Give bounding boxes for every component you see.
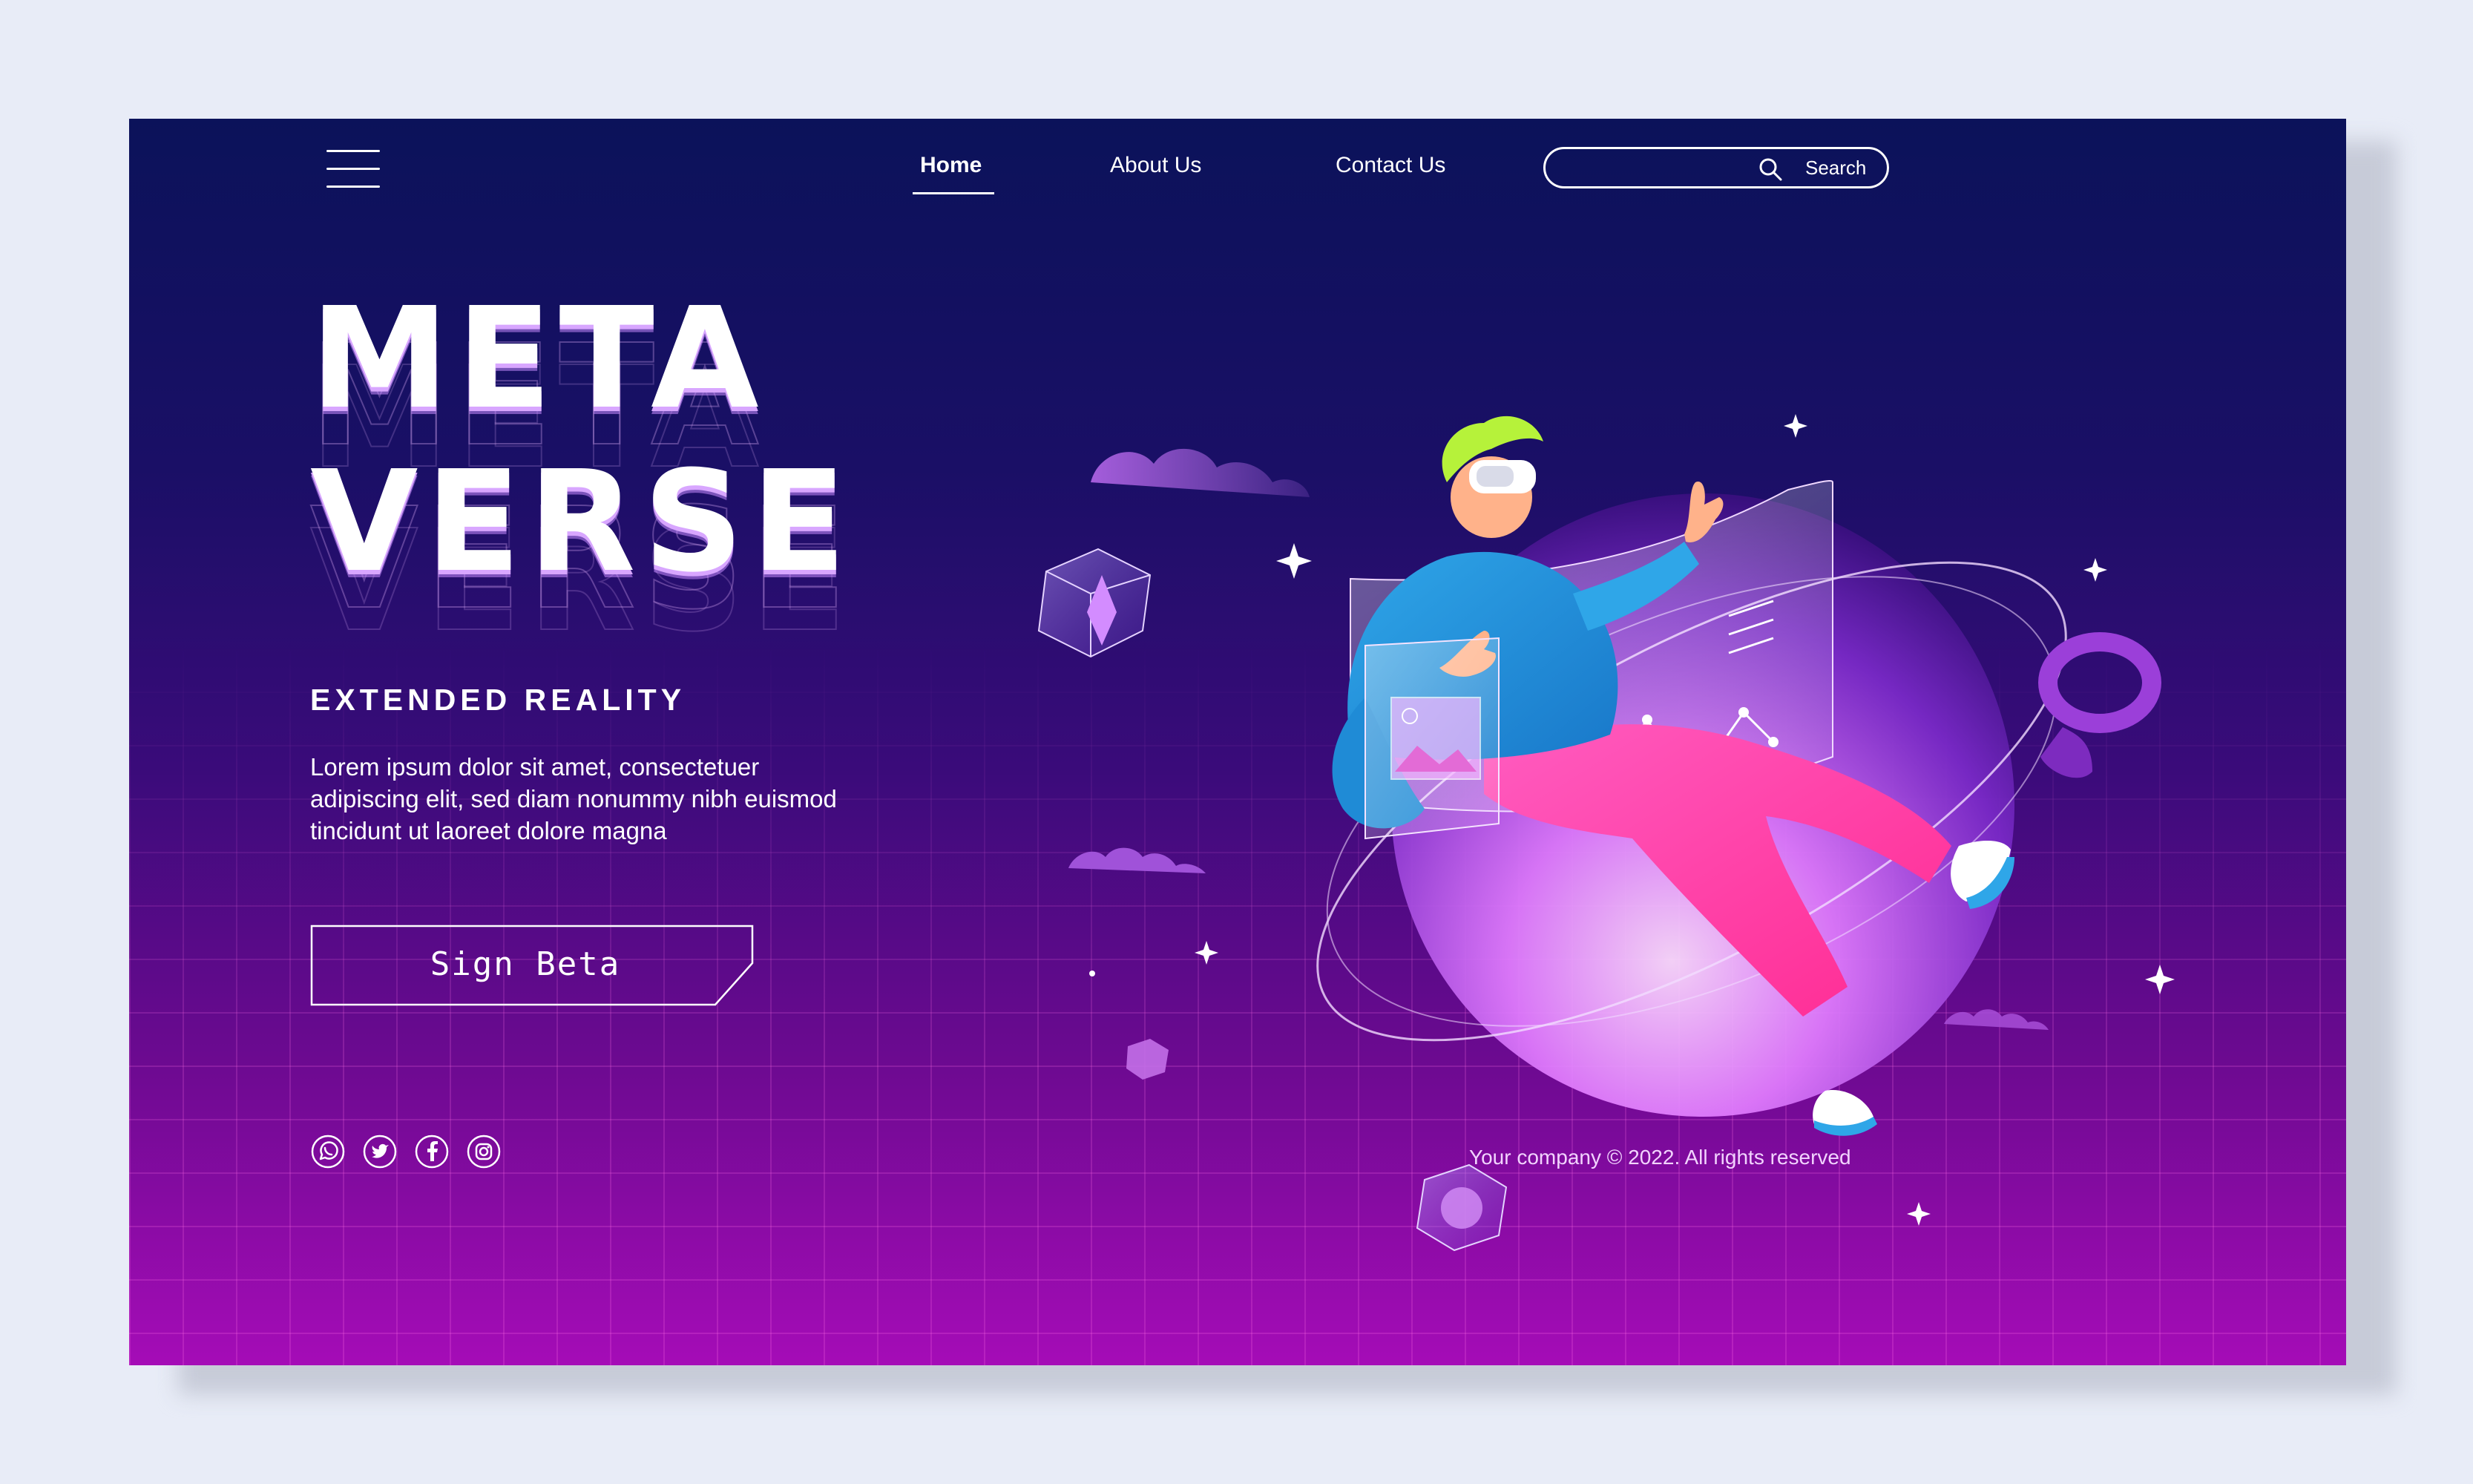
search-input[interactable]: [1563, 155, 1767, 182]
twitter-icon[interactable]: [362, 1134, 398, 1169]
nav-about-link[interactable]: About Us: [1110, 153, 1201, 178]
nav-home-link[interactable]: Home: [920, 153, 982, 178]
vr-hero-illustration: [1037, 414, 2175, 1252]
instagram-icon[interactable]: [466, 1134, 502, 1169]
cloud-shape: [1068, 847, 1206, 873]
crystal-cube: [1037, 548, 1152, 658]
search-bar[interactable]: Search: [1543, 147, 1889, 188]
coin-cube: [1416, 1163, 1508, 1252]
hero-description: Lorem ipsum dolor sit amet, consectetuer…: [310, 753, 837, 844]
sign-beta-button[interactable]: Sign Beta: [310, 925, 755, 1006]
sign-beta-label: Sign Beta: [430, 945, 621, 983]
whatsapp-icon[interactable]: [310, 1134, 346, 1169]
nav-contact-link[interactable]: Contact Us: [1336, 153, 1445, 178]
hero-subtitle: EXTENDED REALITY: [310, 683, 686, 717]
vr-controller: [2038, 632, 2161, 778]
small-cube: [1126, 1039, 1169, 1080]
facebook-icon[interactable]: [414, 1134, 450, 1169]
hamburger-menu-icon[interactable]: [326, 150, 380, 191]
cloud-shape: [1944, 1009, 2049, 1030]
search-icon[interactable]: [1758, 157, 1783, 182]
cloud-shape: [1091, 448, 1310, 497]
hero-title-line1: META: [310, 278, 766, 440]
nav-home-active-underline: [913, 192, 994, 194]
hero-title-line2: VERSE: [310, 441, 854, 603]
search-label: Search: [1805, 157, 1867, 179]
